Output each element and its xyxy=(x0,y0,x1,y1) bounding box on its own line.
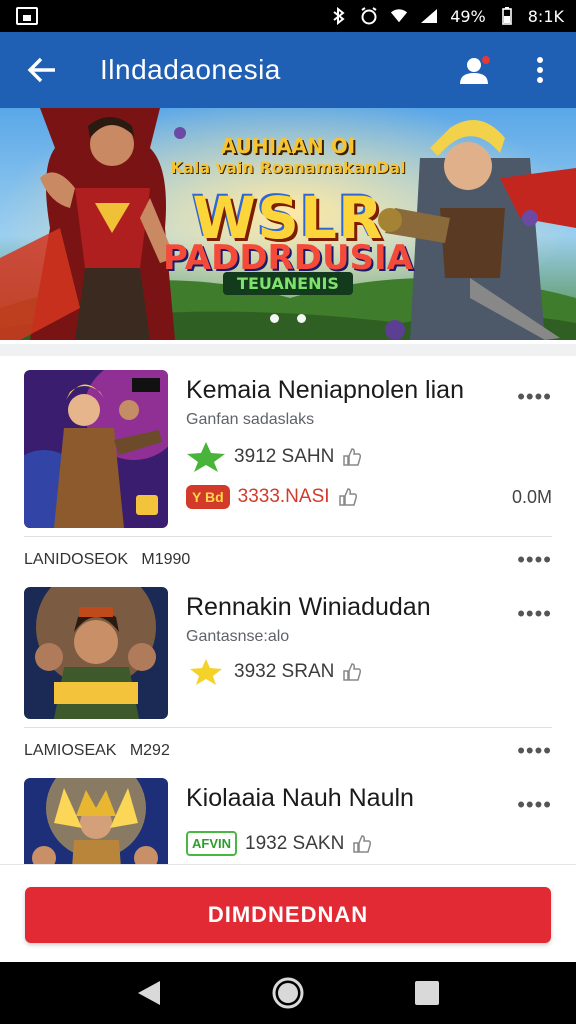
star-icon xyxy=(190,659,222,685)
section-label: LANIDOSEOK xyxy=(24,551,129,568)
section-row: LANIDOSEOK M1990 •••• xyxy=(24,536,552,585)
alarm-icon xyxy=(360,7,378,25)
section-label: LAMIOSEAK xyxy=(24,742,117,759)
thumb-up-icon[interactable] xyxy=(352,834,372,854)
status-bar: 49% 8:1K xyxy=(0,0,576,32)
game-list: Kemaia Neniapnolen lian Ganfan sadaslaks… xyxy=(0,344,576,864)
carousel-indicator[interactable] xyxy=(0,314,576,323)
list-item[interactable]: Rennakin Winiadudan Gantasnse:alo 3932 S… xyxy=(0,585,576,776)
game-download-stat: 3333.NASI xyxy=(237,486,330,507)
game-size: 0.0M xyxy=(511,487,552,507)
triangle-back-icon xyxy=(138,981,161,1005)
banner-tagline: TEUANENIS xyxy=(0,272,576,295)
back-button[interactable] xyxy=(24,52,60,88)
nav-back-button[interactable] xyxy=(129,973,169,1013)
item-more-button[interactable]: •••• xyxy=(517,601,552,627)
page-title: Ilndadaonesia xyxy=(100,54,281,85)
clock: 8:1K xyxy=(527,6,564,26)
game-thumbnail[interactable] xyxy=(24,778,168,864)
screenshot-icon xyxy=(16,7,38,25)
signal-icon xyxy=(420,7,438,25)
nav-home-button[interactable] xyxy=(268,973,308,1013)
app-bar: Ilndadaonesia xyxy=(0,32,576,108)
section-row: LAMIOSEAK M292 •••• xyxy=(24,727,552,776)
banner-heading-2: Kala vain RoanamakanDal xyxy=(170,158,406,177)
bottom-action-bar: DIMDNEDNAN xyxy=(0,864,576,962)
section-value: M292 xyxy=(129,742,170,759)
carousel-dot[interactable] xyxy=(270,314,279,323)
banner-heading-1: AUHIAAN OI xyxy=(220,134,356,158)
star-icon xyxy=(187,442,225,472)
circle-home-icon xyxy=(272,977,304,1009)
item-more-button[interactable]: •••• xyxy=(517,792,552,818)
more-vert-icon xyxy=(537,57,543,83)
game-thumbnail[interactable] xyxy=(24,587,168,719)
primary-action-button[interactable]: DIMDNEDNAN xyxy=(25,887,551,943)
status-icons: 49% 8:1K xyxy=(330,7,564,26)
item-more-button[interactable]: •••• xyxy=(517,384,552,410)
thumb-up-icon[interactable] xyxy=(338,487,358,507)
game-rating-stat: 1932 SAKN xyxy=(245,832,345,854)
battery-percent: 49% xyxy=(450,6,486,26)
section-more-button[interactable]: •••• xyxy=(517,547,552,573)
game-title[interactable]: Kemaia Neniapnolen lian xyxy=(186,376,552,405)
thumb-up-icon[interactable] xyxy=(342,662,362,682)
nav-recents-button[interactable] xyxy=(407,973,447,1013)
game-category: Gantasnse:alo xyxy=(186,628,290,645)
game-rating-stat: 3912 SAHN xyxy=(234,446,335,467)
bluetooth-icon xyxy=(330,7,348,25)
game-badge: Y Bd xyxy=(186,485,230,509)
wifi-icon xyxy=(390,7,408,25)
more-options-button[interactable] xyxy=(520,50,560,90)
system-nav-bar xyxy=(0,962,576,1024)
game-title[interactable]: Kiolaaia Nauh Nauln xyxy=(186,784,552,813)
section-value: M1990 xyxy=(141,551,191,568)
arrow-left-icon xyxy=(27,57,55,83)
profile-button[interactable] xyxy=(454,50,494,90)
square-recents-icon xyxy=(414,981,439,1005)
game-badge: AFVIN xyxy=(186,831,237,856)
game-rating-stat: 3932 SRAN xyxy=(234,661,335,682)
list-item[interactable]: Kiolaaia Nauh Nauln AFVIN 1932 SAKN •••• xyxy=(0,776,576,864)
thumb-up-icon[interactable] xyxy=(342,447,362,467)
list-item[interactable]: Kemaia Neniapnolen lian Ganfan sadaslaks… xyxy=(0,356,576,585)
carousel-dot[interactable] xyxy=(297,314,306,323)
game-thumbnail[interactable] xyxy=(24,370,168,528)
game-title[interactable]: Rennakin Winiadudan xyxy=(186,593,552,622)
game-category: Ganfan sadaslaks xyxy=(186,411,315,428)
section-more-button[interactable]: •••• xyxy=(517,738,552,764)
battery-icon xyxy=(498,7,516,25)
notification-badge xyxy=(480,54,492,66)
